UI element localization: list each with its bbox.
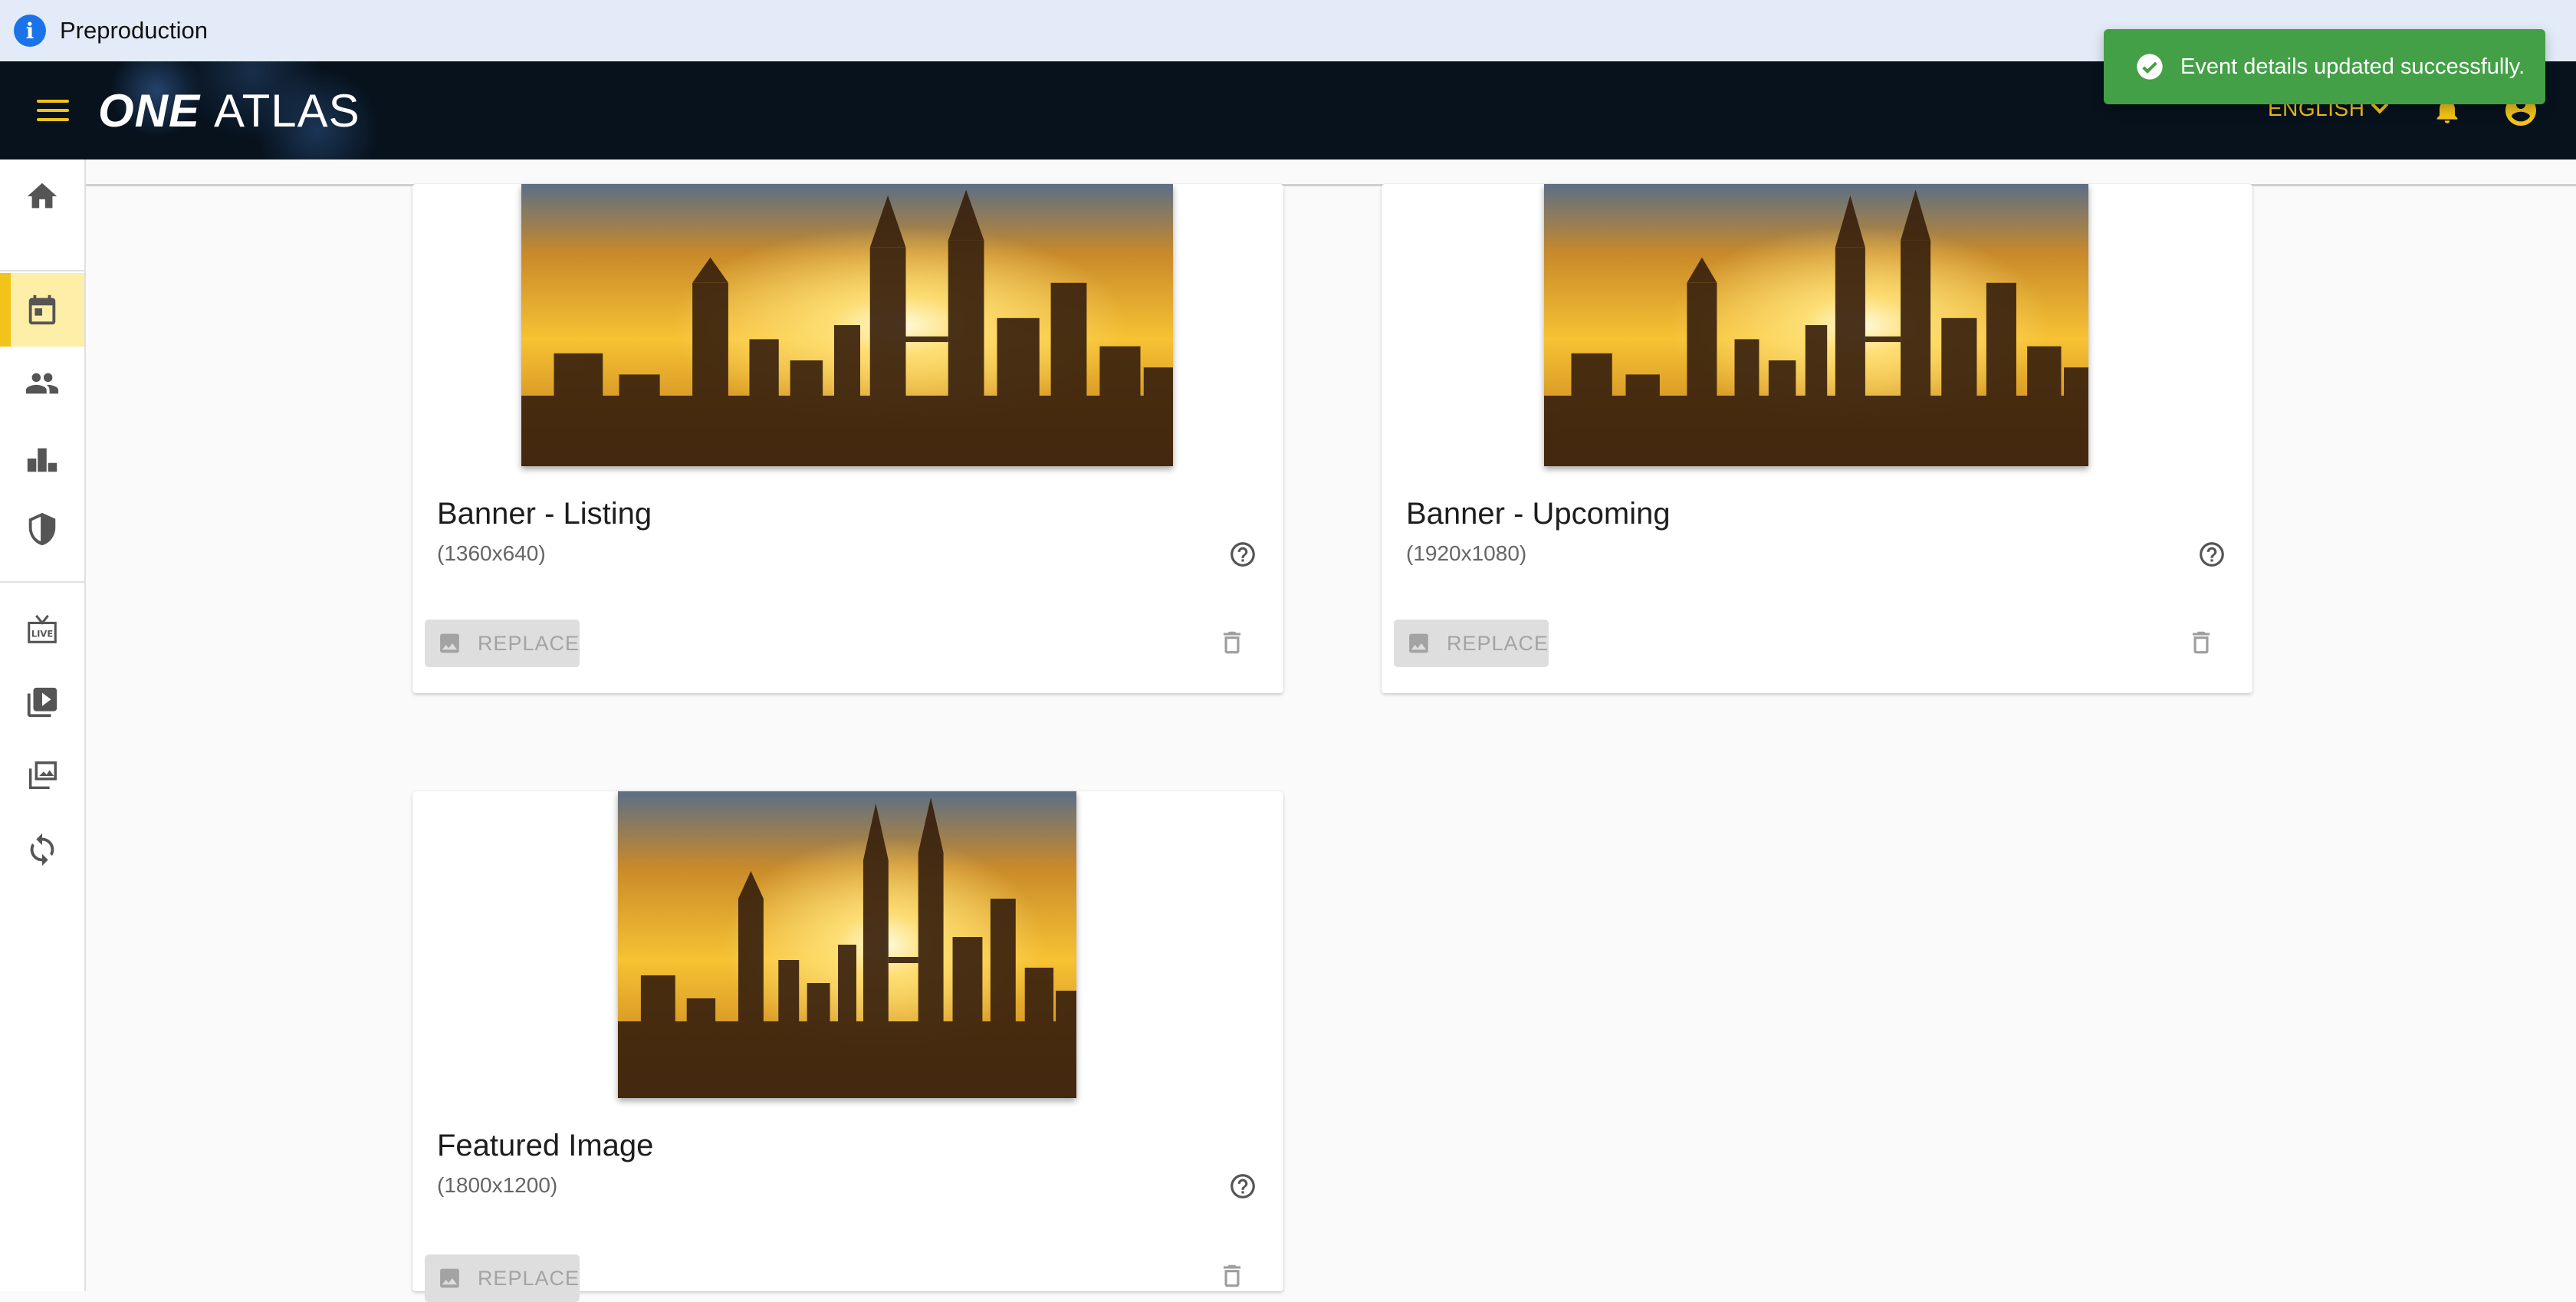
image-icon	[440, 633, 459, 653]
sidebar-item-teams[interactable]	[0, 492, 84, 566]
banner-listing-image	[521, 184, 1173, 466]
image-icon	[440, 1268, 459, 1288]
sidebar-item-events[interactable]	[0, 273, 84, 347]
sidebar-item-galleries[interactable]	[0, 739, 84, 813]
card-title: Featured Image	[437, 1129, 654, 1162]
image-icon	[1409, 633, 1428, 653]
app-logo[interactable]: ONE ATLAS	[98, 84, 360, 136]
podium-icon	[27, 448, 58, 472]
card-dimensions: (1920x1080)	[1406, 541, 1527, 565]
check-circle-icon	[2137, 54, 2163, 80]
sidebar-divider	[0, 581, 84, 583]
card-title: Banner - Upcoming	[1406, 497, 1671, 531]
calendar-icon	[28, 294, 56, 325]
replace-label: REPLACE	[477, 631, 580, 655]
sidebar-item-live[interactable]: LIVE	[0, 593, 84, 667]
success-toast: Event details updated successfully.	[2104, 29, 2545, 104]
logo-one-text: ONE	[98, 84, 201, 136]
sync-icon	[30, 833, 54, 866]
menu-icon[interactable]	[37, 95, 69, 126]
help-icon[interactable]	[1228, 540, 1257, 569]
card-title: Banner - Listing	[437, 497, 652, 531]
replace-label: REPLACE	[477, 1266, 580, 1290]
toast-message: Event details updated successfully.	[2180, 54, 2525, 79]
image-card-featured-image: Featured Image (1800x1200) REPLACE	[412, 791, 1283, 1302]
svg-text:LIVE: LIVE	[31, 629, 54, 639]
replace-button[interactable]: REPLACE	[1394, 620, 1549, 667]
replace-button[interactable]: REPLACE	[425, 1254, 580, 1302]
card-dimensions: (1360x640)	[437, 541, 546, 565]
home-icon	[27, 182, 58, 209]
card-dimensions: (1800x1200)	[437, 1173, 558, 1197]
sidebar-item-videos[interactable]	[0, 666, 84, 739]
logo-atlas-text: ATLAS	[214, 84, 360, 136]
photo-library-icon	[28, 761, 57, 790]
sidebar-item-rankings[interactable]	[0, 422, 84, 495]
sidebar-divider	[0, 270, 84, 271]
delete-icon[interactable]	[2187, 626, 2216, 659]
sidebar-item-home[interactable]	[0, 159, 84, 233]
replace-label: REPLACE	[1446, 631, 1549, 655]
help-icon[interactable]	[1228, 1172, 1257, 1201]
sidebar-nav: LIVE	[0, 159, 86, 1291]
replace-button[interactable]: REPLACE	[425, 620, 580, 667]
featured-image	[618, 791, 1076, 1098]
image-card-banner-listing: Banner - Listing (1360x640) REPLACE	[412, 184, 1283, 693]
live-tv-icon: LIVE	[28, 614, 57, 643]
image-card-banner-upcoming: Banner - Upcoming (1920x1080) REPLACE	[1382, 184, 2252, 693]
info-icon: i	[14, 15, 46, 47]
video-library-icon	[27, 687, 58, 718]
delete-icon[interactable]	[1217, 1259, 1247, 1293]
sidebar-item-sync[interactable]	[0, 813, 84, 886]
banner-upcoming-image	[1544, 184, 2088, 466]
environment-label: Preproduction	[60, 17, 209, 44]
help-icon[interactable]	[2197, 540, 2226, 569]
people-icon	[25, 373, 59, 394]
sidebar-item-people[interactable]	[0, 347, 84, 420]
shield-icon	[28, 512, 56, 546]
delete-icon[interactable]	[1217, 626, 1247, 659]
